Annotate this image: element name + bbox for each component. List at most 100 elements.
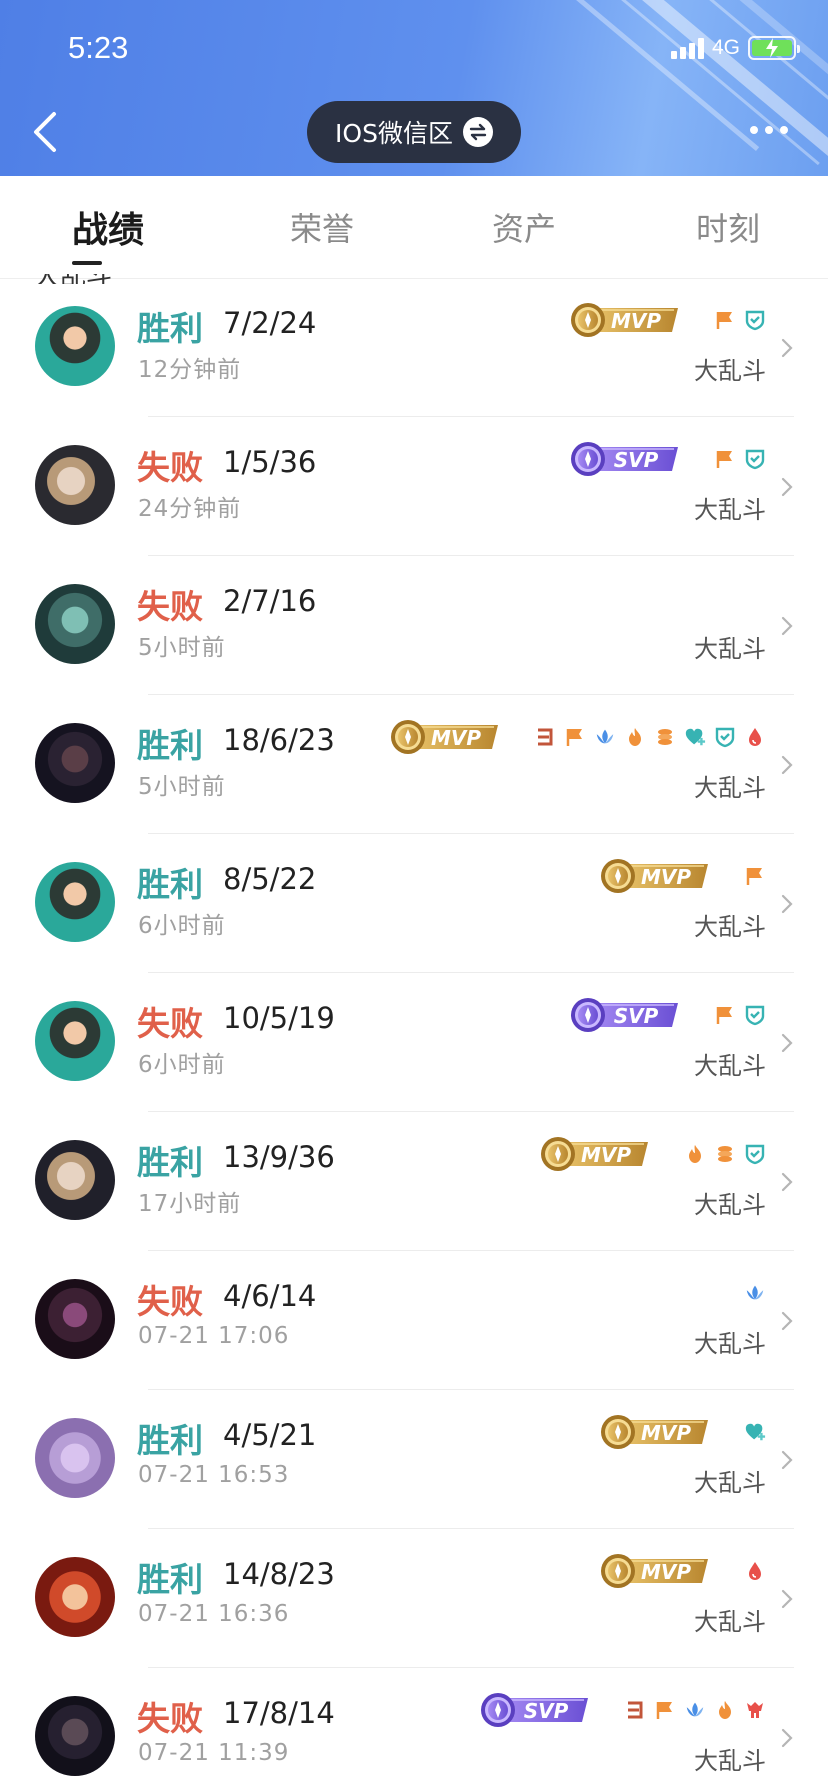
chevron-right-icon <box>780 1031 794 1059</box>
shield-icon <box>744 448 766 470</box>
hero-avatar <box>35 862 115 942</box>
match-mode: 大乱斗 <box>694 635 766 663</box>
svp-badge: SVP <box>568 996 684 1034</box>
match-time: 07-21 16:53 <box>138 1462 290 1488</box>
hero-avatar <box>35 1557 115 1637</box>
match-row[interactable]: 失败 1/5/36 24分钟前 SVP 大乱斗 <box>0 417 828 556</box>
hero-avatar <box>35 445 115 525</box>
match-row[interactable]: 失败 10/5/19 6小时前 SVP 大乱斗 <box>0 973 828 1112</box>
network-label: 4G <box>711 36 740 59</box>
match-mode: 大乱斗 <box>694 1330 766 1358</box>
svp-badge: SVP <box>478 1691 594 1729</box>
match-time: 24分钟前 <box>138 496 242 522</box>
chevron-right-icon <box>780 1587 794 1615</box>
match-result: 胜利 <box>137 1143 203 1182</box>
honor-badges: MVP <box>598 1412 766 1452</box>
more-icon[interactable] <box>750 126 788 134</box>
shield-icon <box>744 309 766 331</box>
svp-badge: SVP <box>568 440 684 478</box>
coins-icon <box>654 726 676 748</box>
tab-honor[interactable]: 荣誉 <box>290 204 354 250</box>
hero-avatar <box>35 1001 115 1081</box>
svg-text:MVP: MVP <box>641 865 691 889</box>
match-kda: 10/5/19 <box>223 1001 335 1035</box>
lotus-icon <box>594 726 616 748</box>
honor-badges: MVP <box>388 717 766 757</box>
chevron-right-icon <box>780 892 794 920</box>
svg-text:MVP: MVP <box>611 309 661 333</box>
svg-text:MVP: MVP <box>581 1143 631 1167</box>
match-result: 胜利 <box>137 1560 203 1599</box>
match-result: 胜利 <box>137 309 203 348</box>
match-mode: 大乱斗 <box>694 357 766 385</box>
svg-text:SVP: SVP <box>614 448 659 472</box>
match-row[interactable]: 胜利 4/5/21 07-21 16:53 MVP 大乱斗 <box>0 1390 828 1529</box>
match-result: 胜利 <box>137 726 203 765</box>
svg-text:MVP: MVP <box>641 1560 691 1584</box>
signal-icon <box>670 37 704 59</box>
tab-record[interactable]: 战绩 <box>72 201 144 253</box>
match-row[interactable]: 胜利 7/2/24 12分钟前 MVP 大乱斗 <box>0 278 828 417</box>
match-result: 失败 <box>137 1282 203 1321</box>
flag-icon <box>714 309 736 331</box>
match-time: 07-21 17:06 <box>138 1323 290 1349</box>
triple-kill-icon <box>534 726 556 748</box>
match-time: 17小时前 <box>138 1191 242 1217</box>
match-result: 失败 <box>137 1004 203 1043</box>
mvp-badge: MVP <box>538 1135 654 1173</box>
match-mode: 大乱斗 <box>694 1469 766 1497</box>
match-row[interactable]: 胜利 8/5/22 6小时前 MVP 大乱斗 <box>0 834 828 973</box>
mvp-badge: MVP <box>598 857 714 895</box>
honor-badges: MVP <box>598 1551 766 1591</box>
heal-icon <box>684 726 706 748</box>
honor-badges: MVP <box>598 856 766 896</box>
match-kda: 7/2/24 <box>223 306 317 340</box>
honor-badges: SVP <box>568 995 766 1035</box>
status-icons: 4G <box>670 36 800 60</box>
chevron-right-icon <box>780 1309 794 1337</box>
match-row[interactable]: 胜利 18/6/23 5小时前 MVP 大乱斗 <box>0 695 828 834</box>
match-result: 失败 <box>137 587 203 626</box>
hero-avatar <box>35 1418 115 1498</box>
flag-icon <box>654 1699 676 1721</box>
tab-bar: 战绩 荣誉 资产 时刻 <box>0 176 828 279</box>
back-button[interactable] <box>26 108 66 156</box>
svg-text:MVP: MVP <box>431 726 481 750</box>
match-mode: 大乱斗 <box>694 1191 766 1219</box>
shield-icon <box>714 726 736 748</box>
server-label: IOS微信区 <box>335 119 453 148</box>
match-time: 5小时前 <box>138 774 226 800</box>
flag-icon <box>564 726 586 748</box>
top-header: 5:23 4G IOS微信区 <box>0 0 828 176</box>
chevron-right-icon <box>780 1170 794 1198</box>
lotus-icon <box>684 1699 706 1721</box>
hero-avatar <box>35 1140 115 1220</box>
match-row[interactable]: 失败 17/8/14 07-21 11:39 SVP 大乱斗 <box>0 1668 828 1792</box>
match-result: 胜利 <box>137 865 203 904</box>
mvp-badge: MVP <box>568 301 684 339</box>
svg-text:SVP: SVP <box>614 1004 659 1028</box>
match-kda: 8/5/22 <box>223 862 317 896</box>
chevron-right-icon <box>780 336 794 364</box>
match-kda: 18/6/23 <box>223 723 335 757</box>
shield-icon <box>744 1004 766 1026</box>
tab-moments[interactable]: 时刻 <box>696 204 760 250</box>
match-row[interactable]: 失败 2/7/16 5小时前 大乱斗 <box>0 556 828 695</box>
match-row[interactable]: 失败 4/6/14 07-21 17:06 大乱斗 <box>0 1251 828 1390</box>
honor-badges: MVP <box>568 300 766 340</box>
hero-avatar <box>35 1279 115 1359</box>
match-mode: 大乱斗 <box>694 496 766 524</box>
svg-text:SVP: SVP <box>524 1699 569 1723</box>
chevron-right-icon <box>780 475 794 503</box>
match-mode: 大乱斗 <box>694 1052 766 1080</box>
match-time: 6小时前 <box>138 913 226 939</box>
tower-icon <box>744 1699 766 1721</box>
tab-assets[interactable]: 资产 <box>492 204 556 250</box>
mvp-badge: MVP <box>598 1552 714 1590</box>
match-result: 胜利 <box>137 1421 203 1460</box>
match-row[interactable]: 胜利 13/9/36 17小时前 MVP 大乱斗 <box>0 1112 828 1251</box>
server-switch-button[interactable]: IOS微信区 <box>307 101 521 163</box>
triple-kill-icon <box>624 1699 646 1721</box>
heal-icon <box>744 1421 766 1443</box>
match-row[interactable]: 胜利 14/8/23 07-21 16:36 MVP 大乱斗 <box>0 1529 828 1668</box>
